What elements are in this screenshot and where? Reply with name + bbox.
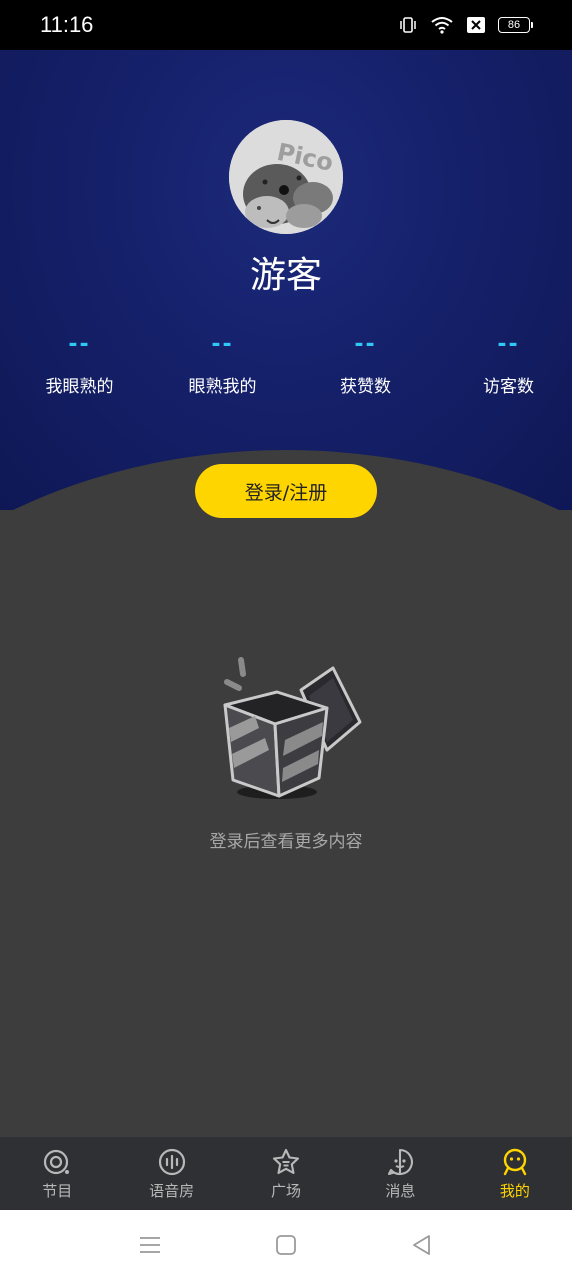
stat-value: --: [497, 332, 520, 357]
empty-box-icon: [223, 657, 362, 799]
my-page-screen: 11:16 86 Pico 游客 -- 我眼熟的 -- 眼熟我的 -- 获赞数 …: [0, 0, 572, 1280]
home-icon[interactable]: [273, 1232, 299, 1258]
battery-level: 86: [507, 19, 521, 31]
stat-label: 获赞数: [340, 377, 391, 397]
status-time: 11:16: [40, 12, 94, 37]
stat-value: --: [211, 332, 234, 357]
tab-voice-room[interactable]: 语音房: [114, 1137, 228, 1210]
status-icons: 86: [398, 14, 533, 36]
login-register-button[interactable]: 登录/注册: [195, 464, 377, 518]
battery-icon: 86: [498, 17, 533, 33]
stat-likes[interactable]: -- 获赞数: [302, 332, 429, 397]
username: 游客: [249, 255, 322, 296]
stat-visitors[interactable]: -- 访客数: [445, 332, 572, 397]
stat-i-know[interactable]: -- 我眼熟的: [16, 332, 143, 397]
message-icon: [388, 1148, 414, 1176]
menu-icon[interactable]: [137, 1232, 163, 1258]
tab-label: 消息: [385, 1182, 416, 1200]
tab-square[interactable]: 广场: [229, 1137, 343, 1210]
bottom-tab-bar: 节目 语音房 广场 消息 我的: [0, 1137, 572, 1210]
profile-header: Pico 游客 -- 我眼熟的 -- 眼熟我的 -- 获赞数 -- 访客数: [0, 50, 572, 510]
system-nav-bar: [0, 1210, 572, 1280]
tab-label: 节目: [42, 1182, 73, 1200]
tab-message[interactable]: 消息: [343, 1137, 457, 1210]
sim-off-icon: [467, 17, 485, 33]
vibrate-icon: [400, 17, 416, 33]
program-icon: [44, 1149, 70, 1175]
stats-row: -- 我眼熟的 -- 眼熟我的 -- 获赞数 -- 访客数: [0, 332, 572, 397]
empty-state-text: 登录后查看更多内容: [209, 832, 363, 852]
stat-value: --: [68, 332, 91, 357]
stat-value: --: [354, 332, 377, 357]
back-icon[interactable]: [409, 1232, 435, 1258]
tab-label: 我的: [499, 1182, 530, 1200]
tab-program[interactable]: 节目: [0, 1137, 114, 1210]
stat-label: 我眼熟的: [45, 377, 114, 397]
me-icon: [503, 1148, 527, 1176]
tab-me[interactable]: 我的: [458, 1137, 572, 1210]
tab-label: 语音房: [149, 1182, 195, 1200]
square-icon: [272, 1148, 300, 1175]
stat-know-me[interactable]: -- 眼熟我的: [159, 332, 286, 397]
wifi-icon: [431, 17, 453, 34]
stat-label: 访客数: [483, 377, 534, 397]
voice-room-icon: [158, 1148, 185, 1176]
stat-label: 眼熟我的: [188, 377, 257, 397]
avatar[interactable]: Pico: [229, 120, 343, 234]
pico-avatar-icon: Pico: [229, 120, 343, 234]
status-bar: 11:16 86: [0, 0, 572, 50]
tab-label: 广场: [271, 1182, 302, 1200]
